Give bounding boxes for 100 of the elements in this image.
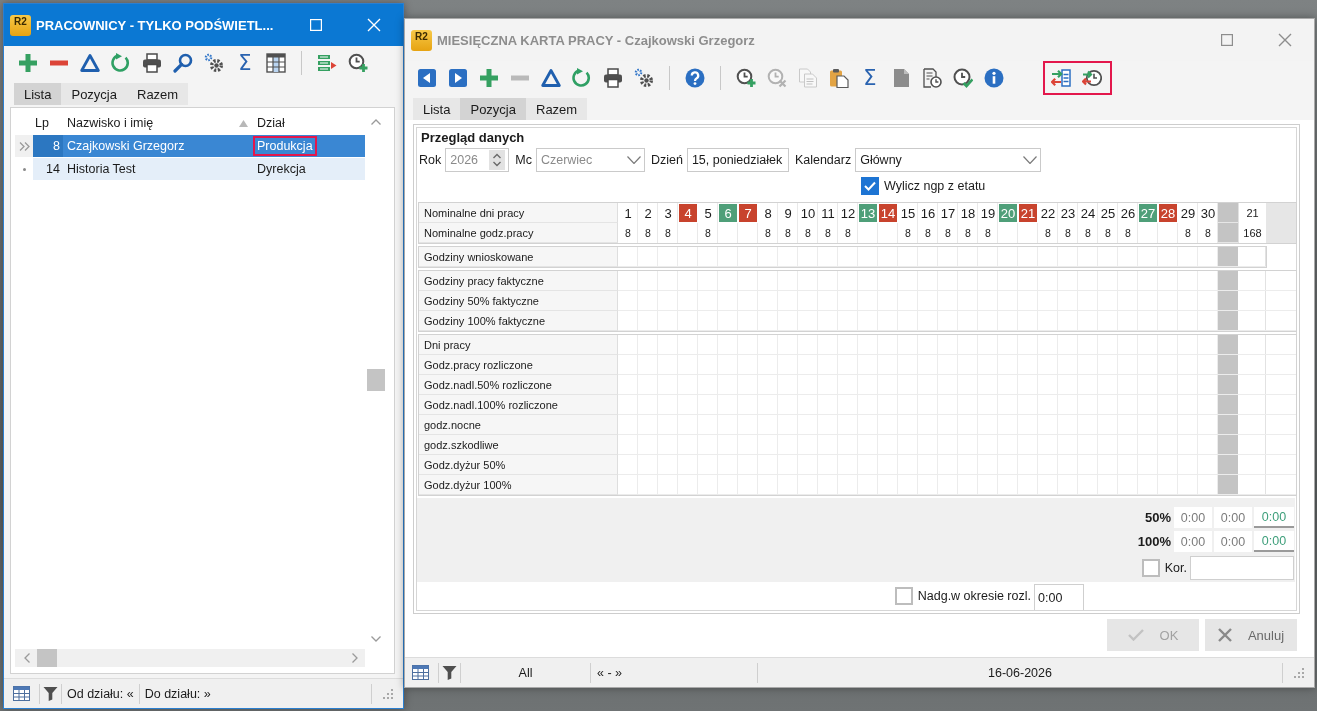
table-row[interactable]: 8 Czajkowski Grzegorz Produkcja xyxy=(33,135,365,157)
column-header[interactable]: Dział xyxy=(252,112,365,134)
clock-check-icon[interactable] xyxy=(953,68,973,88)
day-cell: 20 xyxy=(998,203,1018,223)
correction-field[interactable] xyxy=(1190,556,1294,580)
day-cell-text: 5 xyxy=(703,204,713,223)
refresh-icon[interactable] xyxy=(572,68,592,88)
text-field[interactable]: 15, poniedziałek xyxy=(686,148,789,172)
cancel-button[interactable]: Anuluj xyxy=(1205,619,1297,651)
chevron-up-icon[interactable] xyxy=(371,119,381,125)
day-cell-text: 22 xyxy=(1039,204,1057,223)
resize-grip-icon[interactable] xyxy=(383,688,393,699)
table-cell: Produkcja xyxy=(253,136,317,156)
document-clock-icon[interactable] xyxy=(922,68,942,88)
next-icon[interactable] xyxy=(448,68,468,88)
plus-icon[interactable] xyxy=(18,53,38,73)
close-icon[interactable] xyxy=(1278,33,1292,47)
day-cell-text: 17 xyxy=(939,204,957,223)
table-icon[interactable] xyxy=(412,665,429,680)
arrows-list-icon[interactable] xyxy=(1051,68,1071,88)
hours-cell-text: 8 xyxy=(964,226,972,241)
info-icon[interactable] xyxy=(984,68,1004,88)
day-cell-text: 18 xyxy=(959,204,977,223)
sum-button[interactable]: Σ xyxy=(860,68,880,88)
resize-grip-icon[interactable] xyxy=(1294,667,1304,678)
row-label: Godziny wnioskowane xyxy=(419,247,618,267)
tab[interactable]: Pozycja xyxy=(460,98,526,120)
table-row[interactable]: 14 Historia Test Dyrekcja xyxy=(33,158,365,180)
sum-button[interactable]: Σ xyxy=(235,53,255,73)
search-icon[interactable] xyxy=(173,53,193,73)
total-cell: 21 xyxy=(1238,203,1266,223)
day-cell-text: 12 xyxy=(839,204,857,223)
list-icon[interactable] xyxy=(317,53,337,73)
hours-cell-text: 8 xyxy=(1184,226,1192,241)
row-label: Godziny 100% faktyczne xyxy=(419,311,618,331)
time-field[interactable]: 0:00 xyxy=(1214,507,1252,528)
tab[interactable]: Pozycja xyxy=(61,83,127,105)
checkbox[interactable] xyxy=(1141,559,1160,577)
horizontal-scrollbar[interactable] xyxy=(15,649,365,667)
refresh-icon[interactable] xyxy=(111,53,131,73)
chevron-left-icon[interactable] xyxy=(24,653,30,663)
time-field[interactable]: 0:00 xyxy=(1174,507,1212,528)
plus-icon[interactable] xyxy=(479,68,499,88)
day-cell-text: 16 xyxy=(919,204,937,223)
maximize-icon[interactable] xyxy=(1221,34,1233,46)
hours-cell-text: 8 xyxy=(984,226,992,241)
checkbox[interactable] xyxy=(894,587,913,605)
hours-cell-text: 8 xyxy=(1204,226,1212,241)
row-label: Godziny 50% faktyczne xyxy=(419,291,618,311)
settings-icon[interactable] xyxy=(634,68,654,88)
filter-icon[interactable] xyxy=(442,665,457,680)
status-text: « - » xyxy=(596,665,623,680)
tab[interactable]: Razem xyxy=(526,98,588,120)
printer-icon[interactable] xyxy=(142,53,162,73)
day-cell-text: 29 xyxy=(1179,204,1197,223)
table-cell: 8 xyxy=(33,135,63,157)
status-text: Od działu: « xyxy=(66,686,135,701)
clock-plus-icon[interactable] xyxy=(736,68,756,88)
tab[interactable]: Lista xyxy=(14,83,62,105)
day-cell: 4 xyxy=(678,203,698,223)
status-text: 16-06-2026 xyxy=(987,665,1053,680)
checkbox-label: Wylicz ngp z etatu xyxy=(884,179,986,193)
page-icon[interactable] xyxy=(891,68,911,88)
column-header[interactable]: Nazwisko i imię xyxy=(63,112,252,134)
tab[interactable]: Razem xyxy=(127,83,189,105)
scrollbar-thumb[interactable] xyxy=(37,649,57,667)
dropdown[interactable]: Główny xyxy=(855,148,1042,172)
chevron-down-icon[interactable] xyxy=(1023,156,1038,164)
paste-icon[interactable] xyxy=(829,68,849,88)
previous-icon[interactable] xyxy=(417,68,437,88)
total-label: 100% xyxy=(1137,534,1171,549)
chevron-down-icon[interactable] xyxy=(371,636,381,642)
help-icon[interactable] xyxy=(685,68,705,88)
columns-icon[interactable] xyxy=(266,53,286,73)
triangle-icon[interactable] xyxy=(541,68,561,88)
triangle-icon[interactable] xyxy=(80,53,100,73)
time-field[interactable]: 0:00 xyxy=(1174,531,1212,552)
time-field[interactable]: 0:00 xyxy=(1214,531,1252,552)
window-title: PRACOWNICY - TYLKO PODŚWIETL... xyxy=(36,17,275,33)
clock-plus-icon[interactable] xyxy=(348,53,368,73)
overtime-field[interactable]: 0:00 xyxy=(1034,584,1084,610)
app-logo: R2 xyxy=(10,14,31,36)
printer-icon[interactable] xyxy=(603,68,623,88)
tab[interactable]: Lista xyxy=(413,98,461,120)
hours-cell-text: 8 xyxy=(824,226,832,241)
checkbox[interactable] xyxy=(861,177,879,195)
checkbox-label: Nadg.w okresie rozl. xyxy=(917,589,1031,603)
day-cell-text: 24 xyxy=(1079,204,1097,223)
column-header[interactable]: Lp xyxy=(33,112,63,134)
hours-cell-text: 8 xyxy=(1104,226,1112,241)
table-icon[interactable] xyxy=(13,686,30,701)
day-cell: 28 xyxy=(1158,203,1178,223)
field-label: Mc xyxy=(515,153,532,167)
chevron-right-icon[interactable] xyxy=(352,653,358,663)
hours-cell-text: 8 xyxy=(664,226,672,241)
scrollbar-thumb[interactable] xyxy=(367,369,385,391)
arrows-clock-icon[interactable] xyxy=(1082,68,1102,88)
filter-icon[interactable] xyxy=(43,686,58,701)
checkbox-label: Kor. xyxy=(1164,561,1187,575)
settings-icon[interactable] xyxy=(204,53,224,73)
